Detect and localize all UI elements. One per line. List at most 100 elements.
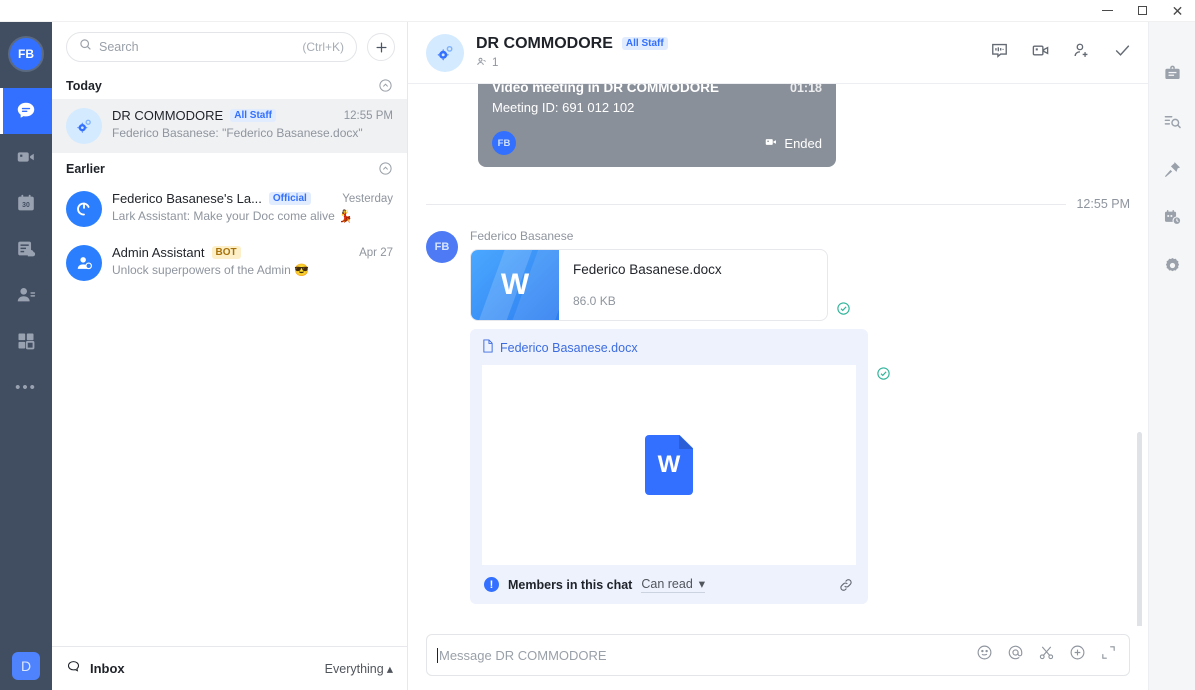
calendar-icon: 30 bbox=[15, 192, 37, 214]
new-chat-button[interactable] bbox=[367, 33, 395, 61]
search-input[interactable]: Search (Ctrl+K) bbox=[66, 32, 357, 62]
inbox-bar: Inbox Everything ▴ bbox=[52, 646, 407, 690]
conversation-time: 12:55 PM bbox=[343, 109, 393, 122]
contacts-icon bbox=[15, 284, 37, 306]
add-member-icon[interactable] bbox=[1072, 41, 1091, 65]
conversation-item-lark-assistant[interactable]: Federico Basanese's La... Official Yeste… bbox=[52, 182, 407, 236]
conversation-item-admin-assistant[interactable]: Admin Assistant BOT Apr 27 Unlock superp… bbox=[52, 236, 407, 290]
meeting-status: Ended bbox=[764, 135, 822, 152]
avatar bbox=[66, 108, 102, 144]
composer-icons bbox=[976, 644, 1117, 666]
conversation-text: Admin Assistant BOT Apr 27 Unlock superp… bbox=[112, 245, 393, 277]
conversation-tag: All Staff bbox=[230, 109, 276, 122]
conversation-list-panel: Search (Ctrl+K) Today DR COMMODORE All S… bbox=[52, 22, 408, 690]
chat-tools-rail bbox=[1148, 22, 1195, 690]
conversation-tag: Official bbox=[268, 192, 311, 205]
conversation-preview: Federico Basanese: "Federico Basanese.do… bbox=[112, 126, 363, 140]
video-meeting-card[interactable]: Video meeting in DR COMMODORE 01:18 Meet… bbox=[478, 84, 836, 167]
chat-avatar[interactable] bbox=[426, 33, 464, 72]
search-shortcut: (Ctrl+K) bbox=[302, 40, 344, 54]
grid-icon bbox=[16, 331, 36, 351]
chat-icon bbox=[15, 100, 37, 122]
more-actions-icon[interactable] bbox=[1069, 644, 1086, 666]
schedule-icon[interactable] bbox=[1163, 208, 1182, 232]
avatar bbox=[66, 191, 102, 227]
conversation-item-dr-commodore[interactable]: DR COMMODORE All Staff 12:55 PM Federico… bbox=[52, 99, 407, 153]
doc-preview-card[interactable]: Federico Basanese.docx W ! Members in th… bbox=[470, 329, 868, 604]
conversation-time: Apr 27 bbox=[359, 246, 393, 259]
inbox-label: Inbox bbox=[90, 661, 125, 676]
close-button[interactable]: ✕ bbox=[1160, 0, 1195, 22]
composer-placeholder: Message DR COMMODORE bbox=[439, 647, 607, 663]
conversation-group-header-earlier: Earlier bbox=[52, 153, 407, 182]
pinned-files-icon[interactable] bbox=[1163, 64, 1182, 88]
nav-item-calendar[interactable]: 30 bbox=[0, 180, 52, 226]
avatar[interactable]: FB bbox=[426, 231, 458, 263]
chevron-down-icon: ▾ bbox=[698, 577, 706, 591]
nav-item-more[interactable]: ••• bbox=[0, 364, 52, 410]
meeting-duration: 01:18 bbox=[790, 84, 822, 95]
doc-shortcut-badge[interactable]: D bbox=[12, 652, 40, 680]
nav-bottom-section: D bbox=[0, 652, 52, 680]
conversation-name: Admin Assistant bbox=[112, 245, 205, 260]
members-icon bbox=[476, 56, 488, 71]
meeting-title: Video meeting in DR COMMODORE bbox=[492, 84, 720, 95]
doc-preview-body: W bbox=[482, 365, 856, 565]
chevron-up-icon: ▴ bbox=[386, 662, 393, 676]
page-title: DR COMMODORE bbox=[476, 34, 613, 52]
conversation-name: Federico Basanese's La... bbox=[112, 191, 262, 206]
conversation-group-header-today: Today bbox=[52, 70, 407, 99]
avatar bbox=[66, 245, 102, 281]
doc-card-title[interactable]: Federico Basanese.docx bbox=[482, 339, 856, 356]
chat-header-text: DR COMMODORE All Staff 1 bbox=[476, 35, 668, 71]
settings-icon[interactable] bbox=[1163, 256, 1182, 280]
nav-item-video[interactable] bbox=[0, 134, 52, 180]
copy-link-button[interactable] bbox=[838, 577, 854, 593]
conversation-time: Yesterday bbox=[342, 192, 393, 205]
doc-read-receipt-icon bbox=[876, 366, 891, 386]
screenshot-icon[interactable] bbox=[1038, 644, 1055, 666]
mark-read-icon[interactable] bbox=[1113, 41, 1132, 65]
nav-item-workplace[interactable] bbox=[0, 318, 52, 364]
video-call-icon[interactable] bbox=[1031, 41, 1050, 65]
collapse-today-button[interactable] bbox=[378, 78, 393, 93]
meeting-status-label: Ended bbox=[784, 135, 822, 151]
collapse-earlier-button[interactable] bbox=[378, 161, 393, 176]
message-input[interactable]: Message DR COMMODORE bbox=[426, 634, 1130, 676]
lark-chat-app: ✕ FB 30 ••• D Search (Ctrl+K) Today DR C… bbox=[0, 0, 1195, 690]
nav-item-chat[interactable] bbox=[0, 88, 52, 134]
inbox-filter-value: Everything bbox=[324, 661, 384, 676]
chat-tag: All Staff bbox=[621, 37, 668, 50]
video-icon bbox=[15, 146, 37, 168]
minimize-button[interactable] bbox=[1090, 0, 1125, 22]
chat-member-count[interactable]: 1 bbox=[476, 56, 668, 71]
document-icon bbox=[482, 339, 494, 356]
user-avatar[interactable]: FB bbox=[8, 36, 44, 72]
nav-item-docs[interactable] bbox=[0, 226, 52, 272]
mention-icon[interactable] bbox=[1007, 644, 1024, 666]
doc-title-text: Federico Basanese.docx bbox=[500, 340, 638, 355]
permission-value: Can read bbox=[641, 576, 693, 591]
transcript-icon[interactable] bbox=[990, 41, 1009, 65]
inbox-filter-dropdown[interactable]: Everything ▴ bbox=[324, 661, 393, 677]
message-scrollbar[interactable] bbox=[1137, 432, 1142, 626]
divider-line bbox=[426, 203, 1067, 205]
search-row: Search (Ctrl+K) bbox=[52, 22, 407, 70]
conversation-preview: Lark Assistant: Make your Doc come alive… bbox=[112, 209, 354, 223]
chat-header: DR COMMODORE All Staff 1 bbox=[408, 22, 1148, 84]
svg-text:30: 30 bbox=[22, 202, 30, 209]
file-thumbnail: W bbox=[471, 250, 559, 320]
member-count-value: 1 bbox=[492, 57, 499, 69]
permission-dropdown[interactable]: Can read ▾ bbox=[641, 576, 706, 593]
emoji-icon[interactable] bbox=[976, 644, 993, 666]
file-attachment-card[interactable]: W Federico Basanese.docx 86.0 KB bbox=[470, 249, 828, 321]
expand-icon[interactable] bbox=[1100, 644, 1117, 666]
maximize-button[interactable] bbox=[1125, 0, 1160, 22]
text-caret bbox=[437, 647, 438, 663]
pin-icon[interactable] bbox=[1163, 160, 1182, 184]
search-messages-icon[interactable] bbox=[1163, 112, 1182, 136]
file-size: 86.0 KB bbox=[573, 294, 616, 308]
nav-item-contacts[interactable] bbox=[0, 272, 52, 318]
time-divider: 12:55 PM bbox=[426, 197, 1130, 211]
group-title: Earlier bbox=[66, 161, 105, 176]
